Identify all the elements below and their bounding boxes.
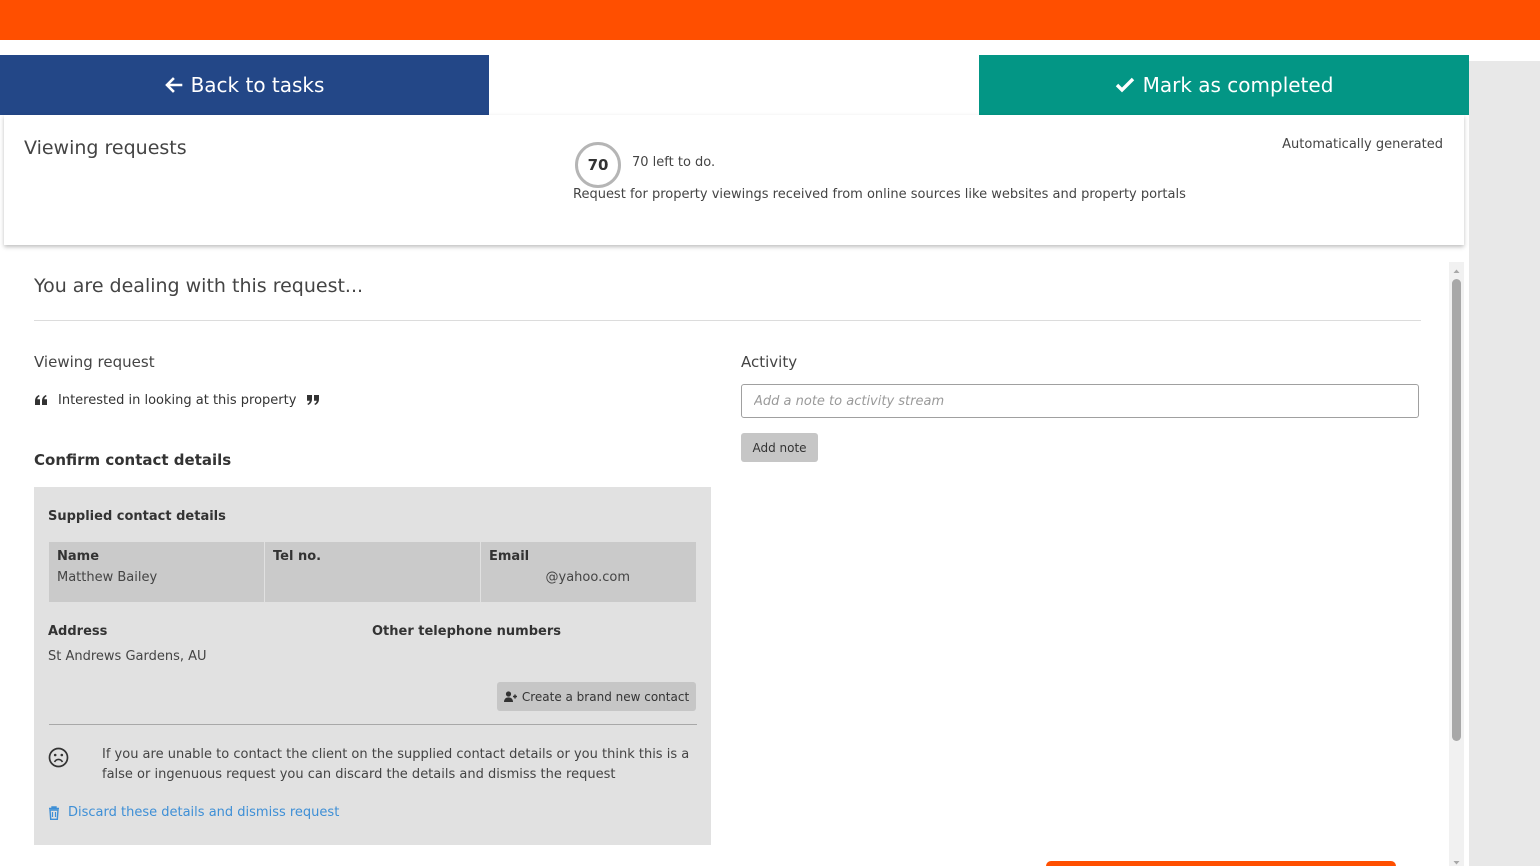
mark-completed-label: Mark as completed [1142, 73, 1334, 97]
task-title: Viewing requests [24, 137, 187, 159]
contact-name-value: Matthew Bailey [57, 570, 158, 585]
scroll-up-arrow-icon[interactable] [1449, 262, 1464, 274]
title-divider [34, 320, 1421, 321]
quote-open-icon [34, 389, 48, 411]
task-description: Request for property viewings received f… [573, 187, 1186, 202]
quote-close-icon [306, 389, 320, 411]
remaining-text: 70 left to do. [632, 155, 716, 170]
contact-box-divider [49, 724, 697, 725]
bottom-orange-tab[interactable] [1046, 861, 1396, 866]
discard-dismiss-label: Discard these details and dismiss reques… [68, 805, 340, 820]
sad-face-icon [48, 747, 69, 772]
mark-completed-button[interactable]: Mark as completed [979, 55, 1469, 115]
confirm-contact-title: Confirm contact details [34, 451, 232, 469]
contact-email-cell: Email @yahoo.com [481, 542, 696, 602]
create-new-contact-label: Create a brand new contact [521, 689, 690, 704]
address-label: Address [48, 624, 108, 639]
discard-warning-text: If you are unable to contact the client … [102, 747, 690, 782]
check-icon [1115, 76, 1135, 94]
back-to-tasks-button[interactable]: Back to tasks [0, 55, 489, 115]
auto-generated-label: Automatically generated [1282, 137, 1443, 152]
contact-tel-header: Tel no. [273, 549, 322, 564]
arrow-left-icon [164, 76, 183, 94]
right-gutter [1469, 61, 1540, 866]
activity-label: Activity [741, 353, 798, 371]
top-accent-bar [0, 0, 1540, 40]
dealing-title: You are dealing with this request... [34, 275, 364, 297]
back-to-tasks-label: Back to tasks [190, 73, 325, 97]
contact-table: Name Matthew Bailey Tel no. Email @yahoo… [49, 542, 696, 602]
trash-icon [49, 805, 59, 820]
task-summary-card: Viewing requests 70 70 left to do. Reque… [4, 115, 1464, 245]
remaining-counter: 70 [575, 142, 621, 188]
user-plus-icon [503, 691, 517, 702]
viewing-request-label: Viewing request [34, 353, 155, 371]
request-quote: Interested in looking at this property [34, 389, 320, 411]
contact-name-cell: Name Matthew Bailey [49, 542, 264, 602]
quote-text: Interested in looking at this property [58, 392, 297, 408]
contact-name-header: Name [57, 549, 100, 564]
activity-note-input[interactable] [741, 384, 1419, 418]
panel-scrollbar[interactable] [1449, 262, 1464, 866]
supplied-contact-title: Supplied contact details [48, 509, 226, 524]
contact-email-header: Email [489, 549, 530, 564]
contact-details-box: Supplied contact details Name Matthew Ba… [34, 487, 711, 845]
scrollbar-thumb[interactable] [1452, 279, 1461, 741]
other-telephone-label: Other telephone numbers [372, 624, 561, 639]
create-new-contact-button[interactable]: Create a brand new contact [497, 682, 696, 711]
contact-email-value: @yahoo.com [545, 570, 630, 585]
contact-tel-cell: Tel no. [265, 542, 480, 602]
discard-dismiss-link[interactable]: Discard these details and dismiss reques… [48, 805, 339, 820]
scroll-down-arrow-icon[interactable] [1449, 854, 1464, 866]
request-panel: You are dealing with this request... Vie… [4, 255, 1449, 866]
add-note-button[interactable]: Add note [741, 433, 818, 462]
address-value: St Andrews Gardens, AU [48, 649, 207, 664]
